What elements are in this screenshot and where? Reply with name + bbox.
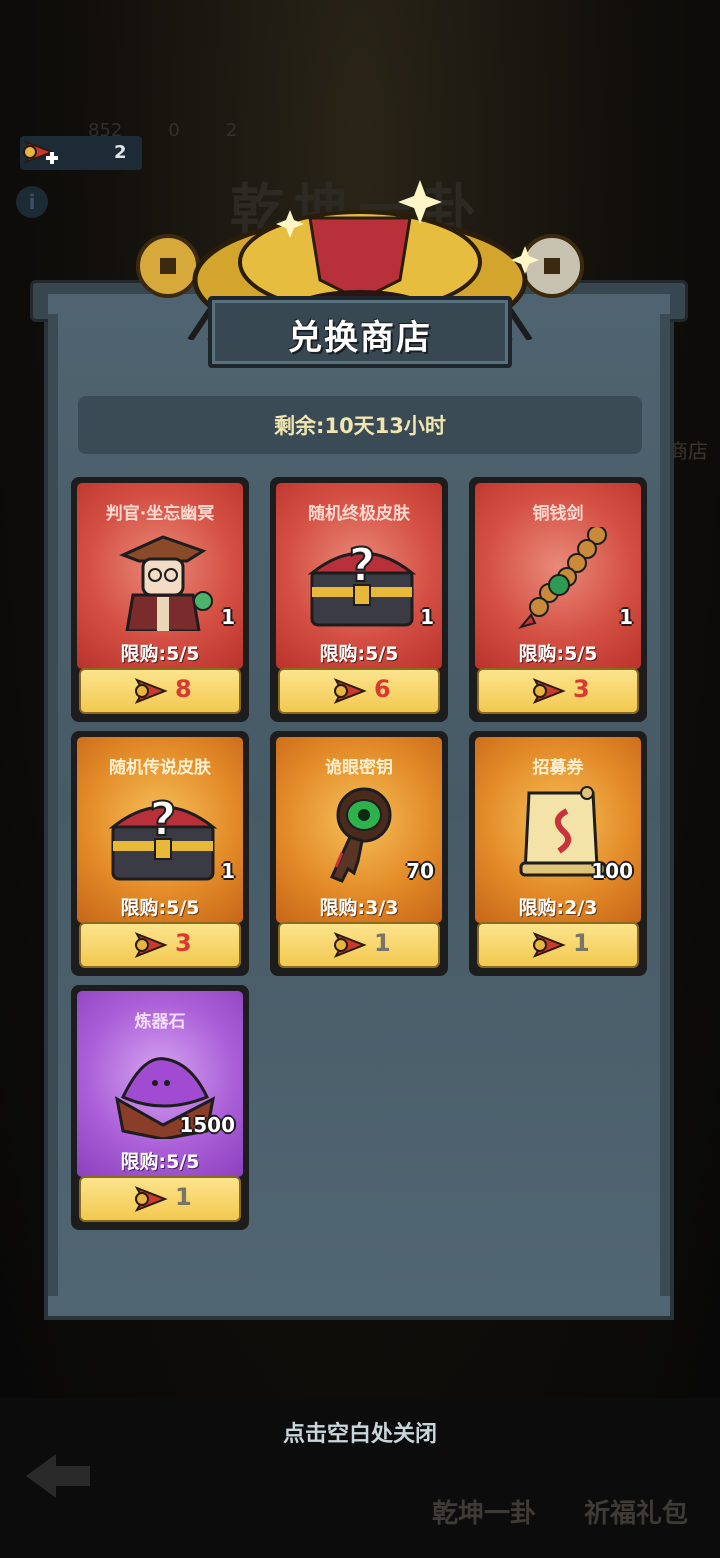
shop-item-card[interactable]: 招募券 100 限购:2/3 1 [469,731,647,976]
item-quantity: 1 [221,859,235,883]
time-remaining-text: 剩余:10天13小时 [274,414,446,438]
back-arrow-icon [26,1454,90,1498]
shop-title: 兑换商店 [288,318,432,358]
buy-button[interactable]: 1 [477,922,639,968]
shop-item-card[interactable]: 诡眼密钥 70 限购:3/3 1 [270,731,448,976]
ticket-count: 2 [114,142,127,163]
background-shop-label: 商店 [668,439,708,463]
item-name: 诡眼密钥 [325,758,393,778]
buy-button[interactable]: 3 [79,922,241,968]
purchase-limit: 限购:2/3 [518,897,598,919]
purchase-limit: 限购:5/5 [120,643,200,665]
item-quantity: 100 [591,859,633,883]
item-name: 招募券 [532,758,584,778]
svg-text:?: ? [150,792,177,846]
bg-tab-blessing-pack: 祈福礼包 [584,1499,689,1529]
shop-item-card[interactable]: 铜钱剑 1 限购:5/5 3 [469,477,647,722]
coin-sword-icon [518,527,607,629]
time-remaining-bar: 剩余:10天13小时 [78,396,642,454]
shop-item-card[interactable]: 随机终极皮肤 ? 1 限购:5/5 6 [270,477,448,722]
item-name: 随机传说皮肤 [109,758,211,778]
close-hint-text[interactable]: 点击空白处关闭 [0,1416,720,1448]
item-price: 1 [175,1183,192,1211]
shop-title-plaque: 兑换商店 [208,296,512,368]
info-icon[interactable]: i [16,186,48,218]
purchase-limit: 限购:5/5 [120,897,200,919]
item-price: 6 [374,675,391,703]
judge-character-icon [119,535,213,631]
item-quantity: 1 [221,605,235,629]
ticket-icon [532,678,566,704]
item-price: 1 [573,929,590,957]
svg-text:?: ? [349,538,376,592]
bg-tab-divination: 乾坤一卦 [432,1499,537,1529]
mystery-chest-icon: ? [307,537,417,627]
item-price: 8 [175,675,192,703]
ticket-icon [134,678,168,704]
item-name: 铜钱剑 [532,504,584,524]
panel-right-pillar [660,314,670,1296]
shop-item-card[interactable]: 炼器石 1500 限购:5/5 1 [71,985,249,1230]
buy-button[interactable]: 6 [278,668,440,714]
item-price: 3 [573,675,590,703]
ticket-currency-chip[interactable]: 2 [20,136,142,170]
item-price: 1 [374,929,391,957]
item-name: 随机终极皮肤 [308,504,410,524]
ticket-icon [134,932,168,958]
item-name: 炼器石 [134,1012,186,1032]
ticket-icon [134,1186,168,1212]
purchase-limit: 限购:5/5 [518,643,598,665]
item-quantity: 1 [619,605,633,629]
item-quantity: 1500 [179,1113,235,1137]
item-price: 3 [175,929,192,957]
ticket-plus-icon [23,140,58,164]
buy-button[interactable]: 1 [278,922,440,968]
item-quantity: 1 [420,605,434,629]
buy-button[interactable]: 8 [79,668,241,714]
item-quantity: 70 [406,859,434,883]
bg-currency-3: 2 [225,120,238,141]
item-name: 判官·坐忘幽冥 [105,504,215,524]
purchase-limit: 限购:3/3 [319,897,399,919]
panel-left-pillar [48,314,58,1296]
purchase-limit: 限购:5/5 [319,643,399,665]
eye-key-icon [329,787,392,883]
bg-currency-2: 0 [168,120,180,141]
ticket-icon [532,932,566,958]
ticket-icon [333,932,367,958]
buy-button[interactable]: 3 [477,668,639,714]
buy-button[interactable]: 1 [79,1176,241,1222]
shop-item-card[interactable]: 判官·坐忘幽冥 1 限购:5/5 8 [71,477,249,722]
purchase-limit: 限购:5/5 [120,1151,200,1173]
shop-item-card[interactable]: 随机传说皮肤 ? 1 限购:5/5 3 [71,731,249,976]
mystery-chest-icon: ? [108,791,218,881]
ticket-icon [333,678,367,704]
